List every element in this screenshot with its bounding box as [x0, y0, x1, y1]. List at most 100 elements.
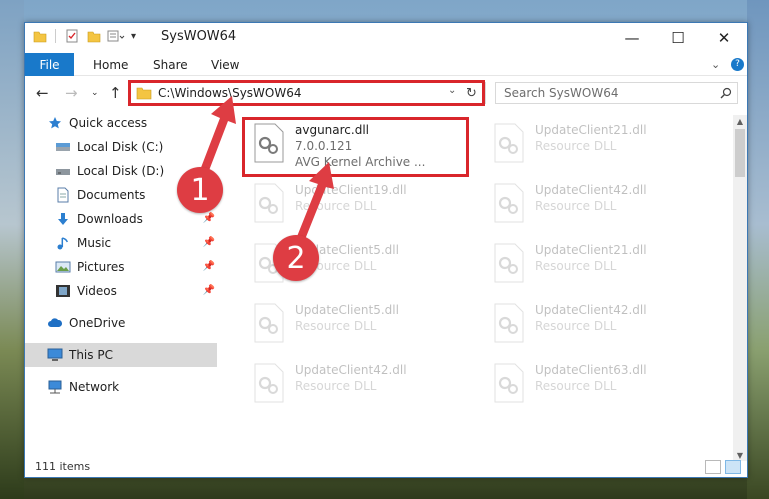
back-button[interactable]: ← [36, 84, 49, 102]
dll-file-icon [494, 183, 524, 223]
step-2-badge: 2 [273, 235, 319, 281]
videos-icon [55, 283, 71, 299]
file-tile[interactable]: UpdateClient63.dll Resource DLL [485, 357, 710, 413]
up-button[interactable]: ↑ [109, 84, 122, 102]
separator [55, 29, 65, 43]
dll-file-icon [494, 303, 524, 343]
new-folder-icon[interactable] [87, 29, 101, 43]
dll-file-icon [254, 303, 284, 343]
file-tile[interactable]: UpdateClient42.dll Resource DLL [485, 297, 710, 353]
sidebar-item-label: OneDrive [69, 316, 126, 330]
file-description: Resource DLL [535, 139, 617, 153]
computer-icon [47, 347, 63, 363]
sidebar-item-label: Local Disk (D:) [77, 164, 165, 178]
sidebar-item-label: Downloads [77, 212, 143, 226]
item-count: 111 items [35, 460, 91, 473]
file-description: Resource DLL [295, 319, 377, 333]
documents-icon [55, 187, 71, 203]
desktop-background-right [747, 0, 769, 499]
toolbar-dropdown-icon[interactable]: ▾ [131, 31, 136, 42]
customize-toolbar-icon[interactable] [107, 29, 125, 43]
file-tile[interactable]: UpdateClient21.dll Resource DLL [485, 117, 710, 173]
sidebar-item-label: Network [69, 380, 120, 394]
tab-home[interactable]: Home [93, 53, 128, 76]
quick-access-toolbar: ▾ [33, 29, 136, 43]
status-bar: 111 items [25, 457, 747, 477]
dll-file-icon [494, 123, 524, 163]
sidebar-item-downloads[interactable]: Downloads 📌 [25, 207, 217, 231]
dll-file-icon [254, 363, 284, 403]
file-name: UpdateClient42.dll [295, 363, 407, 377]
window-title: SysWOW64 [161, 29, 237, 44]
file-tile[interactable]: UpdateClient42.dll Resource DLL [245, 357, 470, 413]
sidebar-item-label: This PC [69, 348, 113, 362]
file-name: UpdateClient63.dll [535, 363, 647, 377]
title-bar: ▾ SysWOW64 — ☐ ✕ [25, 23, 747, 53]
tab-view[interactable]: View [211, 53, 239, 76]
file-description: Resource DLL [535, 199, 617, 213]
sidebar-item-onedrive[interactable]: OneDrive [25, 311, 217, 335]
ribbon-tabs: File Home Share View ⌄ ? [25, 53, 747, 76]
scroll-up-icon[interactable]: ▲ [733, 115, 747, 127]
tiles-view-icon[interactable] [725, 460, 741, 474]
minimize-button[interactable]: — [609, 23, 655, 53]
tab-share[interactable]: Share [153, 53, 188, 76]
pin-icon: 📌 [202, 261, 215, 272]
pin-icon: 📌 [202, 237, 215, 248]
address-bar-highlight [128, 80, 485, 106]
vertical-scrollbar[interactable]: ▲ ▼ [733, 115, 747, 461]
file-highlight [242, 117, 469, 177]
recent-locations-button[interactable]: ⌄ [91, 88, 99, 98]
drive-icon [55, 163, 71, 179]
forward-button[interactable]: → [65, 84, 78, 102]
sidebar-item-music[interactable]: Music 📌 [25, 231, 217, 255]
search-icon[interactable] [715, 87, 737, 99]
tab-file[interactable]: File [25, 53, 74, 76]
star-icon [47, 115, 63, 131]
cloud-icon [47, 315, 63, 331]
file-name: UpdateClient5.dll [295, 303, 399, 317]
sidebar-item-this-pc[interactable]: This PC [25, 343, 217, 367]
file-description: Resource DLL [535, 379, 617, 393]
file-tile[interactable]: UpdateClient5.dll Resource DLL [245, 297, 470, 353]
drive-icon [55, 139, 71, 155]
sidebar-item-local-disk-c[interactable]: Local Disk (C:) [25, 135, 217, 159]
sidebar-item-label: Documents [77, 188, 146, 202]
close-button[interactable]: ✕ [701, 23, 747, 53]
dll-file-icon [494, 363, 524, 403]
file-name: UpdateClient19.dll [295, 183, 407, 197]
file-name: UpdateClient42.dll [535, 183, 647, 197]
dll-file-icon [494, 243, 524, 283]
file-tile[interactable]: UpdateClient42.dll Resource DLL [485, 177, 710, 233]
file-tile[interactable]: UpdateClient21.dll Resource DLL [485, 237, 710, 293]
network-icon [47, 379, 63, 395]
sidebar-item-label: Quick access [69, 116, 148, 130]
file-name: UpdateClient21.dll [535, 243, 647, 257]
sidebar-item-label: Videos [77, 284, 117, 298]
pictures-icon [55, 259, 71, 275]
sidebar-item-quick-access[interactable]: Quick access [25, 111, 217, 135]
sidebar-item-label: Music [77, 236, 112, 250]
sidebar-item-videos[interactable]: Videos 📌 [25, 279, 217, 303]
music-icon [55, 235, 71, 251]
file-tile[interactable]: UpdateClient19.dll Resource DLL [245, 177, 470, 233]
sidebar-item-pictures[interactable]: Pictures 📌 [25, 255, 217, 279]
step-1-badge: 1 [177, 167, 223, 213]
file-name: UpdateClient42.dll [535, 303, 647, 317]
details-view-icon[interactable] [705, 460, 721, 474]
pin-icon: 📌 [202, 285, 215, 296]
properties-icon[interactable] [65, 29, 79, 43]
search-input[interactable]: Search SysWOW64 [495, 82, 738, 104]
file-description: Resource DLL [535, 319, 617, 333]
scrollbar-thumb[interactable] [735, 129, 745, 177]
expand-ribbon-icon[interactable]: ⌄ [711, 53, 720, 76]
sidebar-item-label: Pictures [77, 260, 125, 274]
help-icon[interactable]: ? [731, 53, 744, 76]
desktop-background-left [0, 0, 24, 499]
folder-icon [33, 31, 47, 43]
sidebar-item-network[interactable]: Network [25, 375, 217, 399]
file-description: Resource DLL [295, 379, 377, 393]
file-description: Resource DLL [535, 259, 617, 273]
sidebar-item-label: Local Disk (C:) [77, 140, 164, 154]
maximize-button[interactable]: ☐ [655, 23, 701, 53]
